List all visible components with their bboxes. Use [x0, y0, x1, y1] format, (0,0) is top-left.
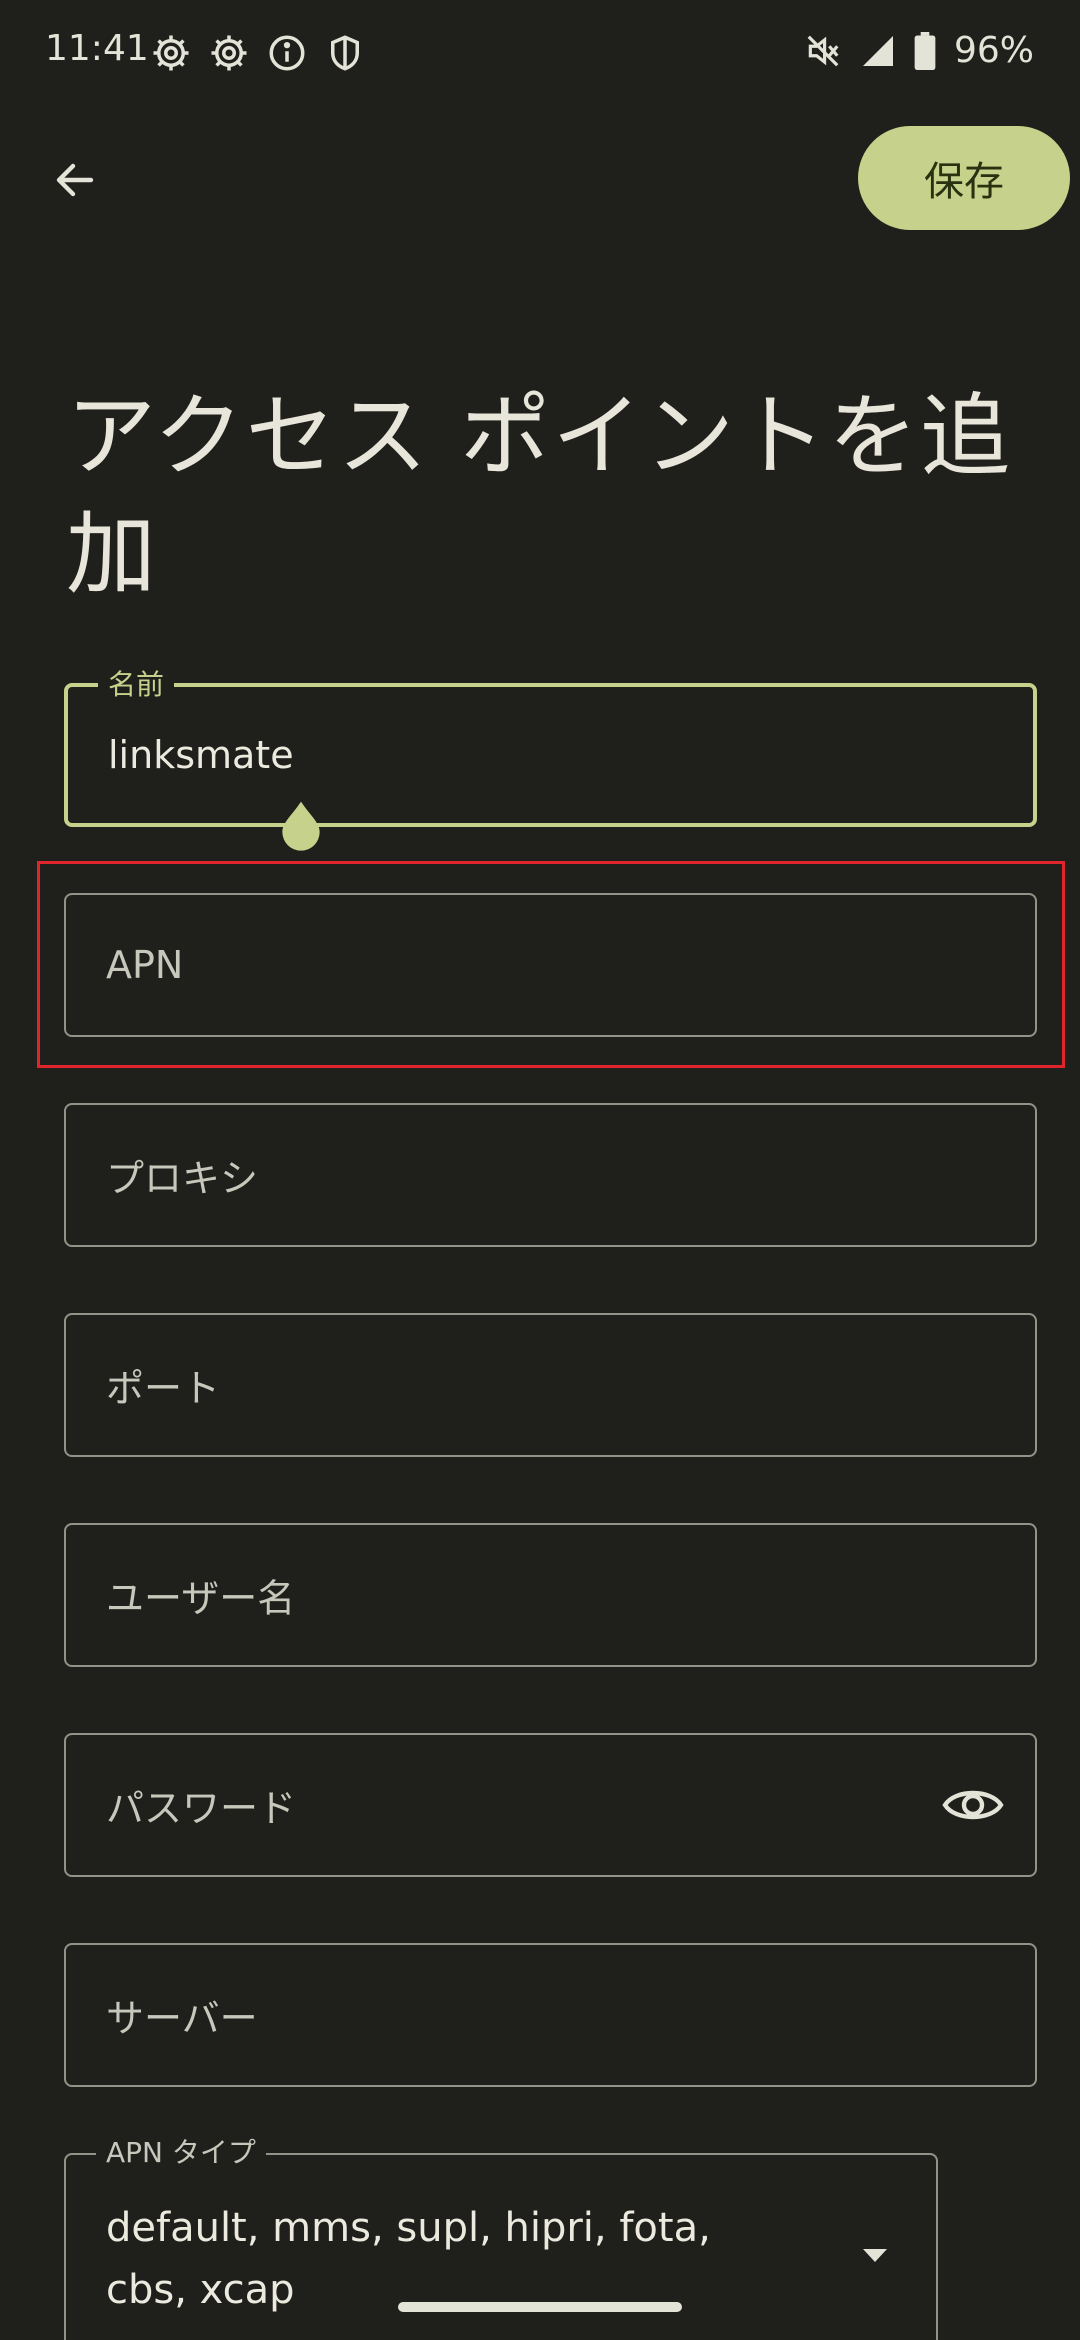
status-icons-right: 96%: [804, 30, 1034, 71]
battery-icon: [914, 31, 936, 70]
port-field-placeholder: ポート: [106, 1366, 221, 1411]
screen: 11:41 96% 保存 アクセス ポイントを追加 名前 linksmate A…: [0, 0, 1080, 2340]
back-button[interactable]: [40, 145, 110, 215]
mute-icon: [807, 35, 839, 66]
status-time: 11:41: [45, 28, 149, 69]
gear-icon: [153, 35, 189, 71]
password-field[interactable]: パスワード: [64, 1733, 1037, 1877]
name-field-label: 名前: [98, 667, 175, 703]
gear-icon: [211, 35, 247, 71]
status-icons-left: [150, 32, 366, 74]
text-cursor-handle[interactable]: [273, 797, 329, 853]
arrow-back-icon: [56, 163, 94, 197]
signal-icon: [862, 35, 893, 66]
server-field-placeholder: サーバー: [106, 1996, 258, 2041]
server-field[interactable]: サーバー: [64, 1943, 1037, 2087]
save-button[interactable]: 保存: [858, 126, 1070, 230]
name-field-value: linksmate: [108, 733, 294, 777]
apn-type-value-line1: default, mms, supl, hipri, fota,: [106, 2205, 711, 2251]
port-field[interactable]: ポート: [64, 1313, 1037, 1457]
battery-percent: 96%: [953, 30, 1034, 71]
proxy-field[interactable]: プロキシ: [64, 1103, 1037, 1247]
apn-type-label: APN タイプ: [96, 2135, 266, 2171]
dropdown-arrow-icon: [863, 2249, 887, 2262]
proxy-field-placeholder: プロキシ: [106, 1156, 259, 1201]
name-field[interactable]: 名前 linksmate: [64, 667, 1037, 851]
show-password-toggle[interactable]: [941, 1781, 1005, 1829]
info-icon: [269, 35, 305, 71]
home-indicator[interactable]: [398, 2302, 682, 2312]
username-field[interactable]: ユーザー名: [64, 1523, 1037, 1667]
shield-icon: [331, 35, 359, 71]
eye-icon: [942, 1790, 1004, 1820]
highlight-box: [37, 861, 1065, 1068]
status-bar: 11:41 96%: [0, 0, 1080, 105]
page-title: アクセス ポイントを追加: [66, 384, 1013, 607]
username-field-placeholder: ユーザー名: [106, 1576, 296, 1621]
password-field-placeholder: パスワード: [106, 1786, 297, 1831]
